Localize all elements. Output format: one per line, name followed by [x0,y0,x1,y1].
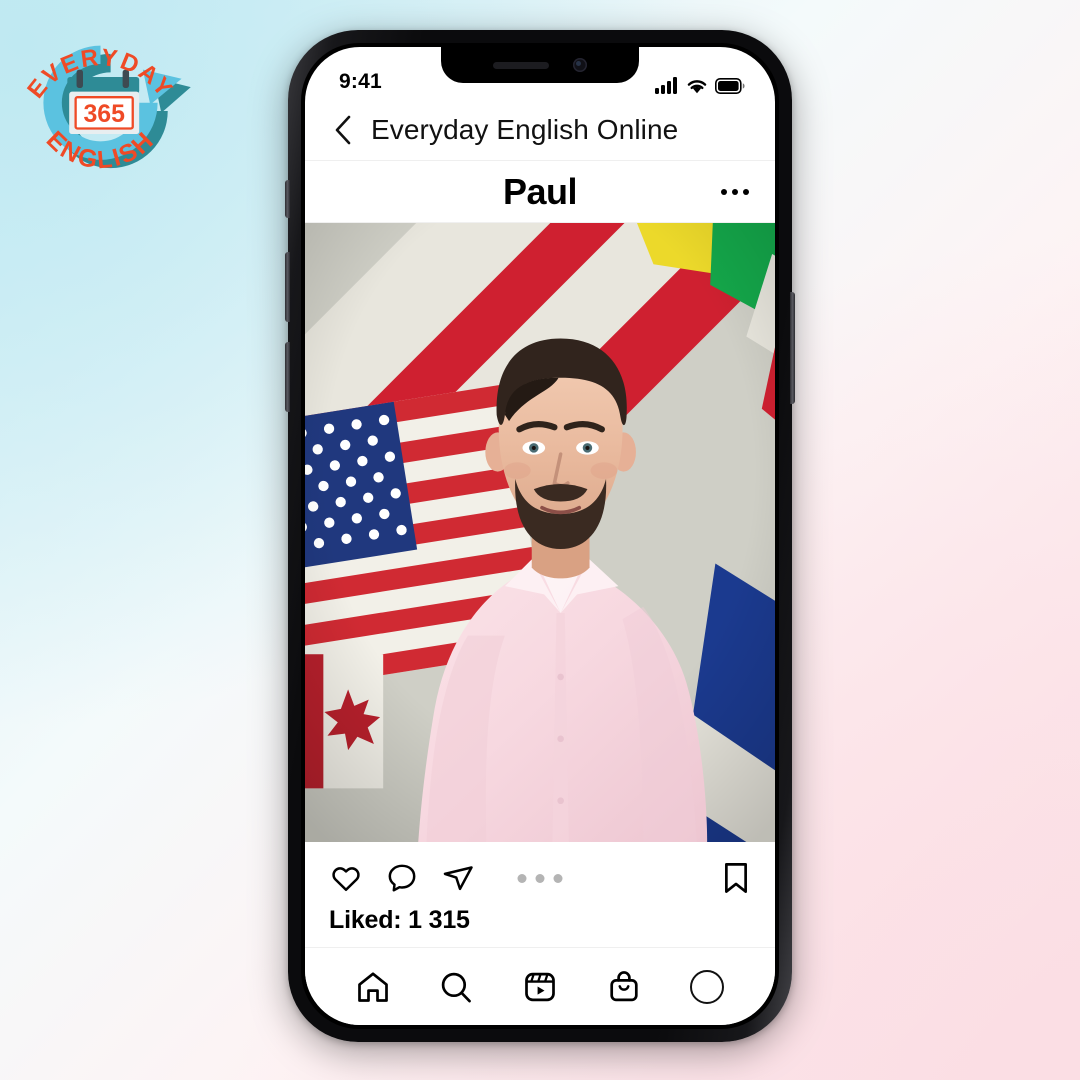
status-bar-indicators [655,77,745,94]
status-bar-time: 9:41 [339,70,382,93]
post-action-bar: Liked: 1 315 [305,842,775,947]
status-bar: 9:41 [305,47,775,99]
bookmark-icon[interactable] [721,861,751,895]
post-image[interactable] [305,223,775,842]
post-action-row [329,856,751,900]
more-dot [732,188,738,195]
power-button[interactable] [790,292,795,404]
search-icon [442,972,472,1002]
tab-shop[interactable] [595,958,653,1016]
phone-screen: 9:41 Everyday English Online Paul Liked:… [305,47,775,1025]
iphone-device-frame: 9:41 Everyday English Online Paul Liked:… [285,30,795,1042]
more-dot [743,188,749,195]
chevron-left-icon [335,115,351,144]
back-button[interactable] [327,115,359,145]
home-icon [357,971,388,1002]
logo-calendar-badge: 365 [67,69,140,135]
logo-badge-text: 365 [83,100,125,128]
volume-down-button[interactable] [285,342,290,412]
like-count-label: Liked: 1 315 [329,906,470,934]
tab-search[interactable] [427,958,485,1016]
post-author-name: Paul [502,170,578,212]
comment-bubble-icon[interactable] [385,861,419,895]
profile-avatar-icon [690,969,725,1004]
phone-bezel: 9:41 Everyday English Online Paul Liked:… [301,43,779,1029]
heart-icon[interactable] [329,861,363,895]
reels-icon [525,972,555,1001]
post-image-artwork [305,223,775,842]
tab-home[interactable] [344,958,402,1016]
share-paper-plane-icon[interactable] [441,861,475,895]
volume-up-button[interactable] [285,252,290,322]
bottom-tab-bar [305,947,775,1025]
page-title: Everyday English Online [371,113,679,145]
carousel-dot[interactable] [517,873,527,883]
carousel-dot[interactable] [553,873,563,883]
shop-bag-icon [609,970,638,1001]
logo-artwork: 365 EVERYDAY ENGLISH [22,44,191,175]
everyday-english-logo: 365 EVERYDAY ENGLISH [8,18,193,193]
post-header: Paul [305,161,775,223]
wifi-icon [687,80,707,94]
carousel-dot[interactable] [535,873,545,883]
post-primary-actions [329,861,475,895]
mute-switch-button[interactable] [285,180,290,218]
battery-icon [715,77,745,94]
post-more-options-button[interactable] [721,188,749,195]
tab-reels[interactable] [511,958,569,1016]
app-nav-bar: Everyday English Online [305,99,775,161]
more-dot [721,188,727,195]
carousel-page-indicator [517,873,563,883]
cellular-signal-icon [655,77,677,94]
tab-profile[interactable] [678,958,736,1016]
